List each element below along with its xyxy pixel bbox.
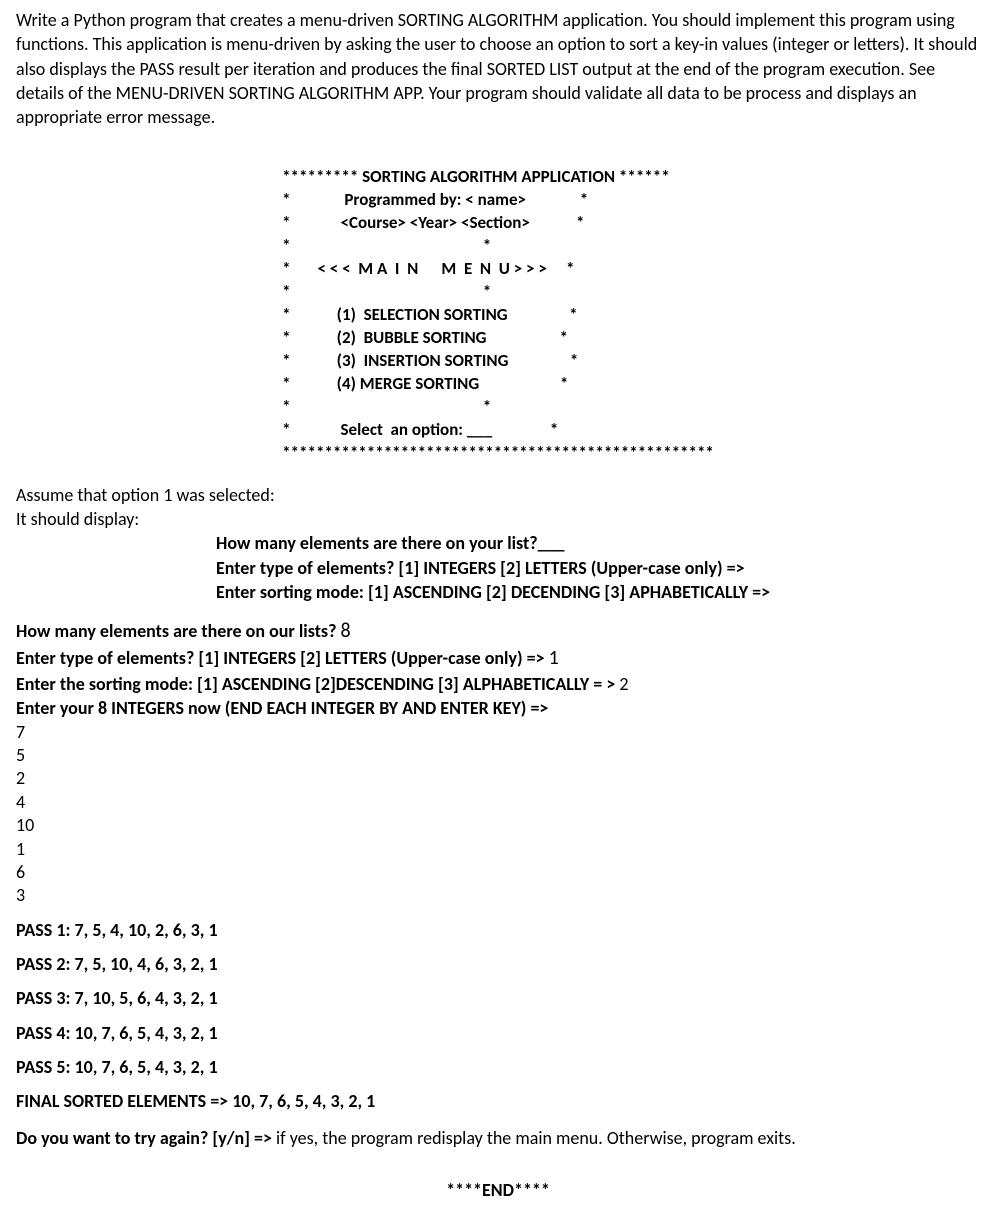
pass-line: PASS 1: 7, 5, 4, 10, 2, 6, 3, 1 — [16, 918, 980, 942]
menu-box: ********* SORTING ALGORITHM APPLICATION … — [282, 143, 714, 464]
try-again-prompt: Do you want to try again? [y/n] => — [16, 1127, 276, 1149]
menu-option-4: * (4) MERGE SORTING * — [282, 373, 568, 394]
run-line: Enter type of elements? [1] INTEGERS [2]… — [16, 645, 980, 672]
pass-line: PASS 3: 7, 10, 5, 6, 4, 3, 2, 1 — [16, 986, 980, 1010]
entered-value: 6 — [16, 861, 980, 884]
run-question: Enter type of elements? [1] INTEGERS [2]… — [16, 647, 545, 669]
entered-value: 1 — [16, 838, 980, 861]
menu-option-2: * (2) BUBBLE SORTING * — [282, 327, 568, 348]
entered-values: 7 5 2 4 10 1 6 3 — [16, 721, 980, 908]
run-question: How many elements are there on our lists… — [16, 620, 336, 642]
try-again-explain: if yes, the program redisplay the main m… — [276, 1127, 796, 1149]
run-answer: 1 — [549, 646, 559, 670]
run-question: Enter the sorting mode: [1] ASCENDING [2… — [16, 673, 615, 695]
pass-line: PASS 5: 10, 7, 6, 5, 4, 3, 2, 1 — [16, 1055, 980, 1079]
entered-value: 3 — [16, 884, 980, 907]
menu-blank: * * — [282, 396, 491, 417]
assumption-block: Assume that option 1 was selected: It sh… — [16, 483, 980, 604]
menu-author: * Programmed by: < name> * — [282, 189, 588, 210]
run-question: Enter your 8 INTEGERS now (END EACH INTE… — [16, 697, 548, 719]
menu-select-prompt: * Select an option: ___ * — [282, 419, 558, 440]
end-marker: ****END**** — [16, 1178, 980, 1202]
document-page: Write a Python program that creates a me… — [0, 0, 996, 1222]
menu-border-bottom: ****************************************… — [282, 442, 714, 463]
menu-option-1: * (1) SELECTION SORTING * — [282, 304, 577, 325]
entered-value: 7 — [16, 721, 980, 744]
try-again-line: Do you want to try again? [y/n] => if ye… — [16, 1126, 980, 1150]
menu-header: * < < < M A I N M E N U > > > * — [282, 258, 574, 279]
pass-line: PASS 4: 10, 7, 6, 5, 4, 3, 2, 1 — [16, 1021, 980, 1045]
run-answer: 8 — [341, 619, 351, 643]
entered-value: 4 — [16, 791, 980, 814]
prompt-line: Enter sorting mode: [1] ASCENDING [2] DE… — [216, 580, 980, 604]
prompt-line: How many elements are there on your list… — [216, 531, 980, 555]
assumption-line: It should display: — [16, 507, 980, 531]
menu-course: * <Course> <Year> <Section> * — [282, 212, 584, 233]
run-line: How many elements are there on our lists… — [16, 618, 980, 645]
run-line: Enter the sorting mode: [1] ASCENDING [2… — [16, 672, 980, 696]
menu-title: ********* SORTING ALGORITHM APPLICATION … — [282, 166, 670, 187]
menu-blank: * * — [282, 281, 491, 302]
run-line: Enter your 8 INTEGERS now (END EACH INTE… — [16, 696, 980, 720]
example-run: How many elements are there on our lists… — [16, 618, 980, 908]
problem-statement: Write a Python program that creates a me… — [16, 8, 980, 129]
entered-value: 2 — [16, 767, 980, 790]
entered-value: 5 — [16, 744, 980, 767]
run-answer: 2 — [619, 673, 628, 695]
entered-value: 10 — [16, 814, 980, 837]
assumption-line: Assume that option 1 was selected: — [16, 483, 980, 507]
prompt-block: How many elements are there on your list… — [16, 531, 980, 604]
menu-blank: * * — [282, 235, 491, 256]
pass-line: PASS 2: 7, 5, 10, 4, 6, 3, 2, 1 — [16, 952, 980, 976]
pass-results: PASS 1: 7, 5, 4, 10, 2, 6, 3, 1 PASS 2: … — [16, 918, 980, 1114]
menu-option-3: * (3) INSERTION SORTING * — [282, 350, 578, 371]
final-line: FINAL SORTED ELEMENTS => 10, 7, 6, 5, 4,… — [16, 1089, 980, 1113]
prompt-line: Enter type of elements? [1] INTEGERS [2]… — [216, 556, 980, 580]
